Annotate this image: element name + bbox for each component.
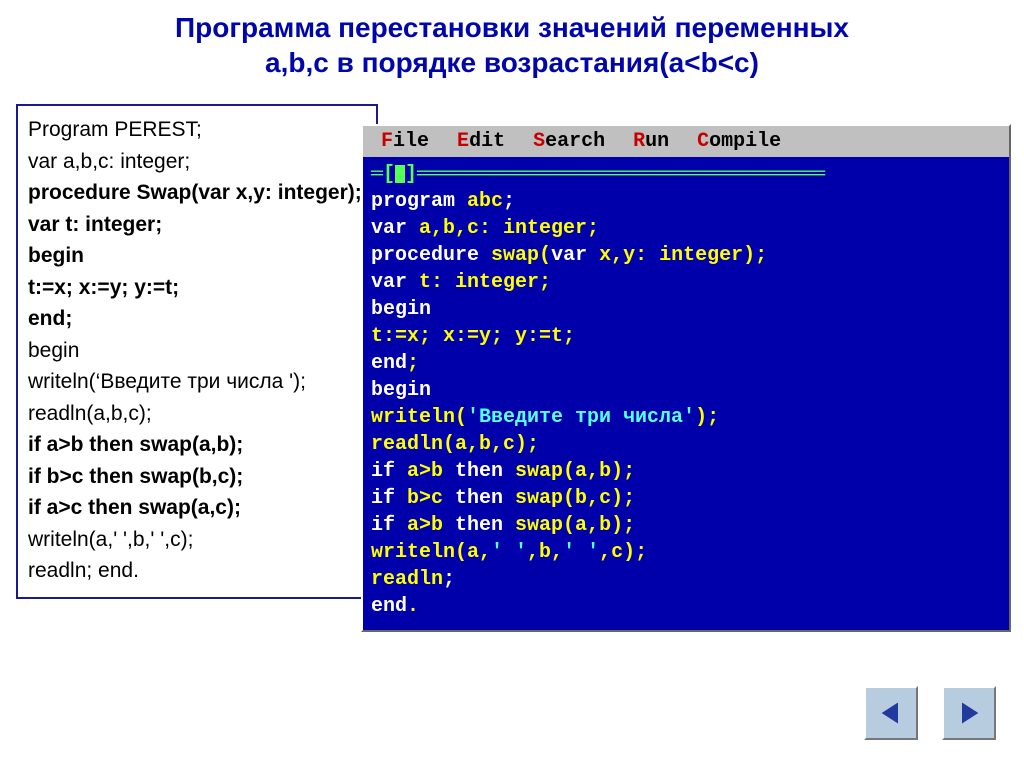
code-line: if b>c then swap(b,c); [28, 461, 366, 493]
code-line: if a>c then swap(a,c); [28, 492, 366, 524]
menu-compile[interactable]: Compile [697, 130, 781, 153]
code-line: writeln(‘Введите три числа '); [28, 366, 366, 398]
menu-file[interactable]: File [369, 130, 429, 153]
code-listing-box: Program PEREST;var a,b,c: integer;proced… [16, 104, 378, 599]
code-line: begin [28, 240, 366, 272]
code-line: var t: integer; [28, 209, 366, 241]
nav-controls [864, 686, 996, 740]
triangle-left-icon [877, 699, 905, 727]
code-line: begin [28, 335, 366, 367]
code-line: end; [28, 303, 366, 335]
next-button[interactable] [942, 686, 996, 740]
title-line2: a,b,c в порядке возрастания(a<b<c) [40, 45, 984, 80]
slide-title: Программа перестановки значений переменн… [0, 0, 1024, 86]
code-line: var a,b,c: integer; [28, 146, 366, 178]
code-line: procedure Swap(var x,y: integer); [28, 177, 366, 209]
code-line: t:=x; x:=y; y:=t; [28, 272, 366, 304]
code-line: readln; end. [28, 555, 366, 587]
triangle-right-icon [955, 699, 983, 727]
code-line: writeln(a,' ',b,' ',c); [28, 524, 366, 556]
prev-button[interactable] [864, 686, 918, 740]
title-line1: Программа перестановки значений переменн… [40, 10, 984, 45]
ide-window: File Edit Search Run Compile ═[]════════… [361, 124, 1011, 632]
menu-run[interactable]: Run [633, 130, 669, 153]
code-line: Program PEREST; [28, 114, 366, 146]
menu-search[interactable]: Search [533, 130, 605, 153]
code-line: readln(a,b,c); [28, 398, 366, 430]
menu-edit[interactable]: Edit [457, 130, 505, 153]
editor-header: ═[]══════════════════════════════════ [371, 161, 1001, 188]
code-line: if a>b then swap(a,b); [28, 429, 366, 461]
ide-editor[interactable]: ═[]══════════════════════════════════ pr… [363, 157, 1009, 630]
ide-menubar: File Edit Search Run Compile [363, 126, 1009, 157]
